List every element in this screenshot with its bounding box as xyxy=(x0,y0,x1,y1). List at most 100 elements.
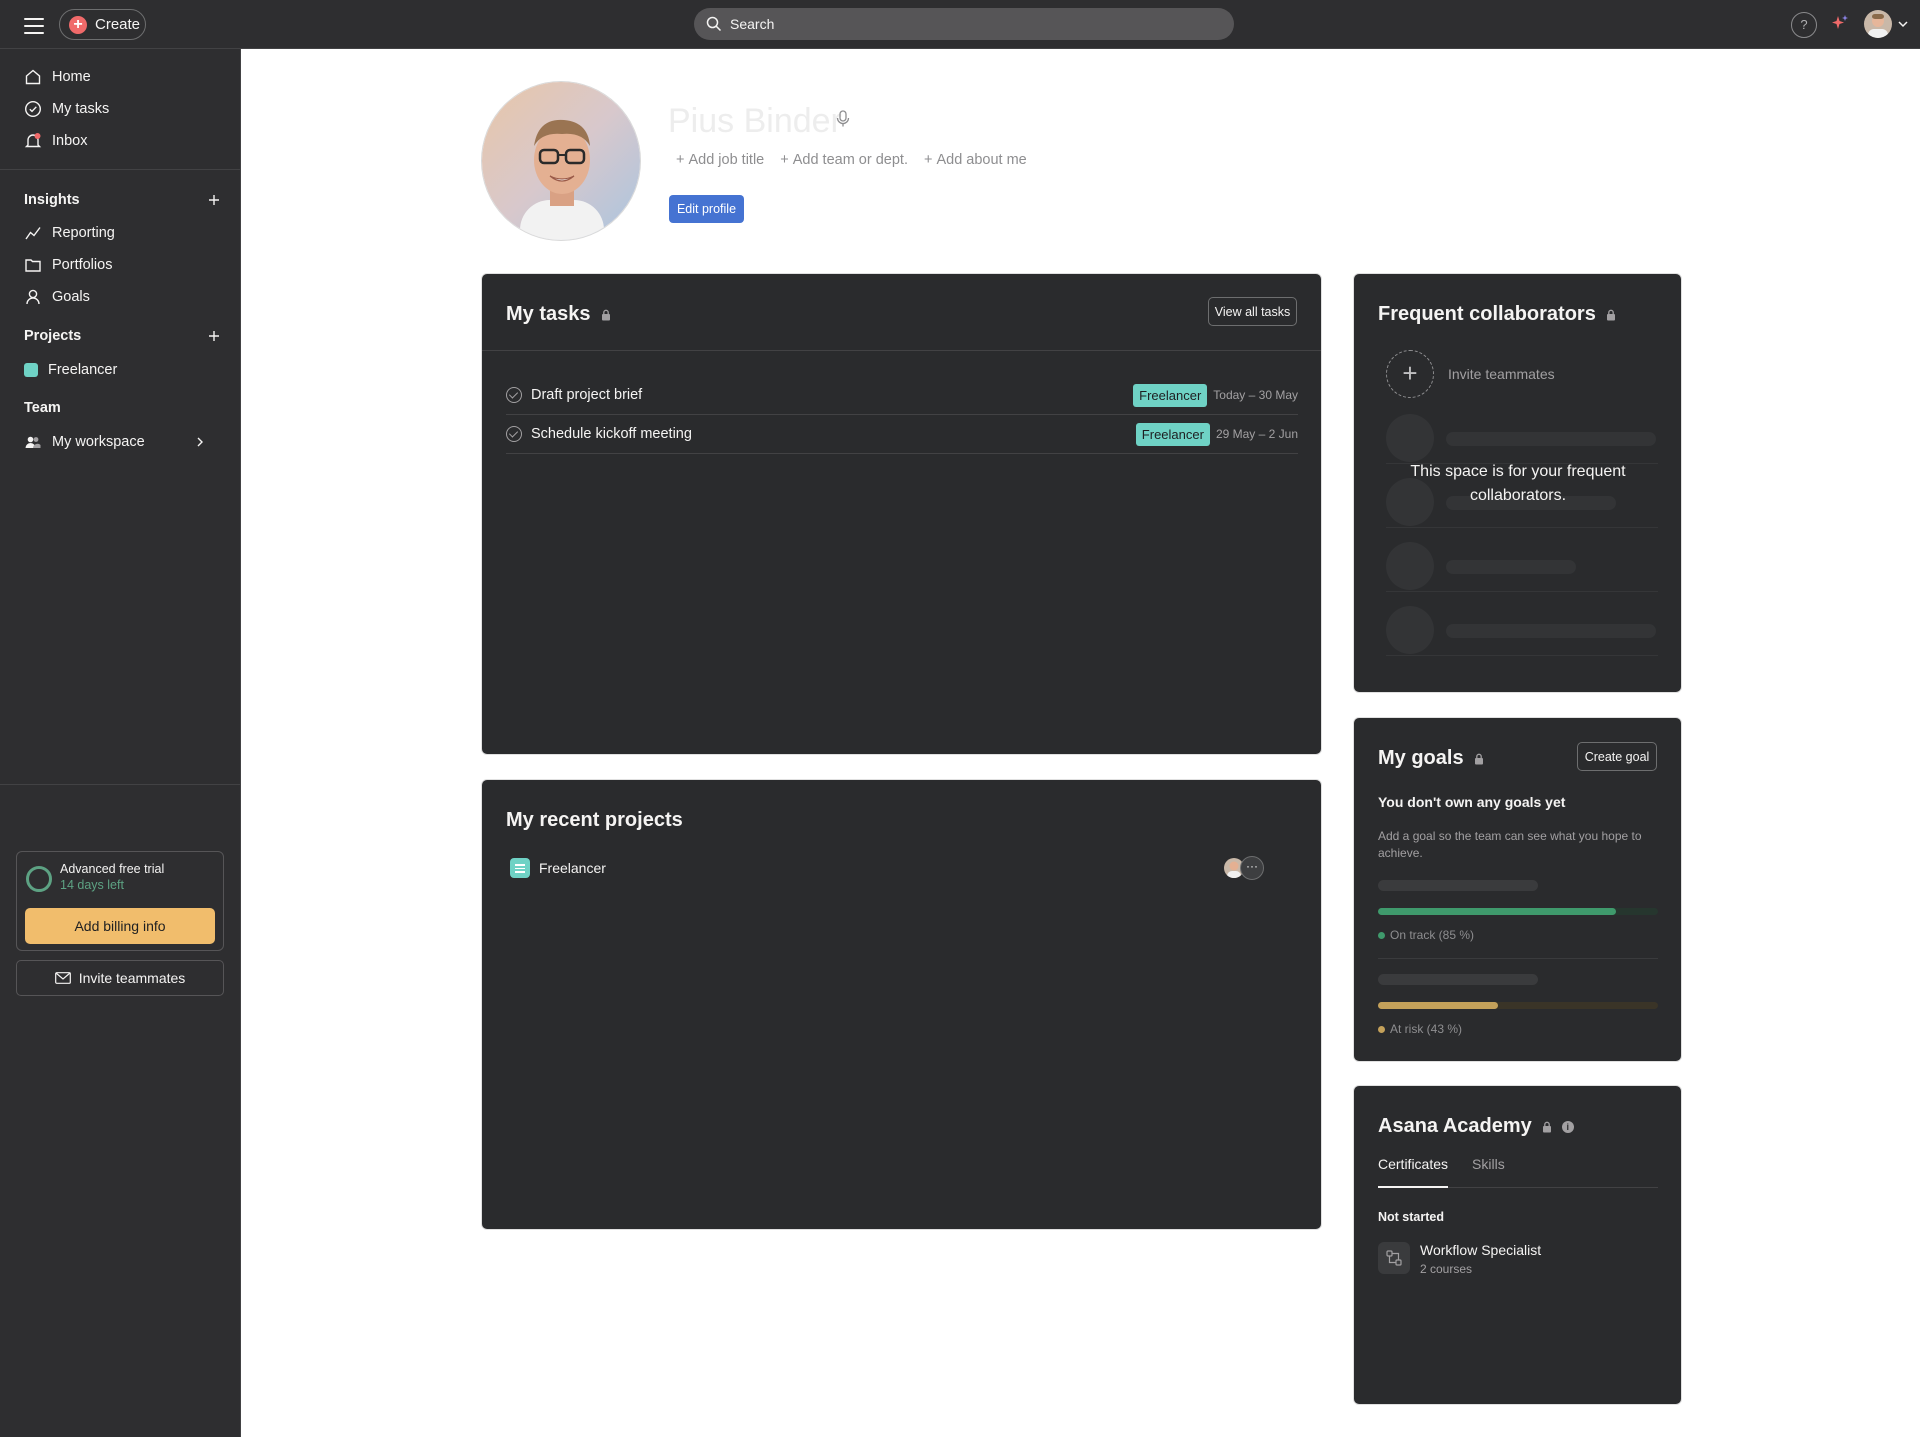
edit-profile-button[interactable]: Edit profile xyxy=(669,195,744,223)
academy-tabs: Certificates Skills xyxy=(1378,1156,1658,1188)
people-icon xyxy=(25,436,41,448)
sidebar-item-label: Freelancer xyxy=(48,362,118,378)
search-icon xyxy=(706,16,722,32)
more-options-icon[interactable]: ··· xyxy=(1240,856,1264,880)
recent-projects-card: My recent projects Freelancer ··· xyxy=(481,779,1322,1230)
goals-empty-heading: You don't own any goals yet xyxy=(1378,794,1566,810)
task-name: Draft project brief xyxy=(531,387,643,403)
info-icon[interactable]: i xyxy=(1561,1120,1574,1133)
task-name: Schedule kickoff meeting xyxy=(531,426,692,442)
sidebar-item-my-workspace[interactable]: My workspace xyxy=(14,426,228,458)
home-icon xyxy=(25,69,41,85)
goal-placeholder-title xyxy=(1378,974,1538,985)
sidebar-item-label: Inbox xyxy=(52,133,88,149)
goal-placeholder-title xyxy=(1378,880,1538,891)
create-goal-button[interactable]: Create goal xyxy=(1577,742,1657,771)
task-row[interactable]: Schedule kickoff meeting Freelancer 29 M… xyxy=(506,415,1298,454)
sidebar-item-goals[interactable]: Goals xyxy=(14,281,228,313)
task-project-tag[interactable]: Freelancer xyxy=(1133,383,1208,407)
sidebar-item-home[interactable]: Home xyxy=(14,61,228,93)
ai-sparkle-icon[interactable] xyxy=(1830,13,1850,33)
tab-skills[interactable]: Skills xyxy=(1472,1156,1505,1188)
academy-card: Asana Academy i Certificates Skills Not … xyxy=(1353,1085,1682,1405)
create-button[interactable]: + Create xyxy=(59,9,146,40)
workflow-icon xyxy=(1378,1242,1410,1274)
sidebar-item-label: Goals xyxy=(52,289,90,305)
task-row[interactable]: Draft project brief Freelancer Today – 3… xyxy=(506,376,1298,415)
menu-icon[interactable] xyxy=(22,15,46,35)
sidebar-item-project-freelancer[interactable]: Freelancer xyxy=(14,354,228,386)
create-label: Create xyxy=(95,16,141,33)
invite-label: Invite teammates xyxy=(1448,366,1555,382)
my-tasks-title: My tasks xyxy=(506,303,591,325)
card-title: Frequent collaborators xyxy=(1378,303,1616,326)
add-insight-icon[interactable] xyxy=(206,192,222,208)
list-icon xyxy=(510,858,530,878)
add-job-title-link[interactable]: + Add job title xyxy=(676,152,764,168)
projects-heading[interactable]: Projects xyxy=(24,328,81,344)
profile-name[interactable]: Pius Binder xyxy=(668,102,842,141)
insights-heading[interactable]: Insights xyxy=(24,192,80,208)
sidebar-item-label: Portfolios xyxy=(52,257,113,273)
add-person-icon: + xyxy=(1386,350,1434,398)
sidebar-item-inbox[interactable]: Inbox xyxy=(14,125,228,157)
add-project-icon[interactable] xyxy=(206,328,222,344)
add-about-me-link[interactable]: + Add about me xyxy=(924,152,1027,168)
complete-task-icon[interactable] xyxy=(506,426,522,442)
sidebar-item-label: Home xyxy=(52,69,91,85)
add-billing-button[interactable]: Add billing info xyxy=(25,908,215,944)
goal-progress-track xyxy=(1378,1002,1658,1009)
lock-icon xyxy=(1542,1121,1551,1132)
goals-title: My goals xyxy=(1378,747,1464,769)
person-icon xyxy=(26,289,40,305)
collaborators-empty-message: This space is for your frequent collabor… xyxy=(1410,463,1626,504)
goal-status-label: At risk (43 %) xyxy=(1390,1022,1463,1036)
line-chart-icon xyxy=(25,227,41,240)
tab-certificates[interactable]: Certificates xyxy=(1378,1156,1449,1188)
view-all-tasks-button[interactable]: View all tasks xyxy=(1208,297,1297,326)
sidebar-item-label: My workspace xyxy=(52,434,145,450)
lock-icon xyxy=(601,309,610,320)
help-icon[interactable]: ? xyxy=(1791,12,1817,38)
card-title: My tasks xyxy=(506,303,611,326)
sidebar-divider xyxy=(0,784,240,785)
chevron-right-icon[interactable] xyxy=(194,435,206,449)
my-tasks-card: My tasks View all tasks Draft project br… xyxy=(481,273,1322,755)
trial-progress-ring xyxy=(26,866,52,892)
project-members: ··· xyxy=(1222,856,1264,880)
goal-progress-fill xyxy=(1378,1002,1499,1009)
profile-link-label: Add job title xyxy=(688,152,765,168)
invite-teammates-button[interactable]: Invite teammates xyxy=(16,960,224,996)
card-title: My goals xyxy=(1378,747,1484,770)
trial-days-left: 14 days left xyxy=(60,878,124,892)
sidebar-item-my-tasks[interactable]: My tasks xyxy=(14,93,228,125)
placeholder-row xyxy=(1386,400,1658,464)
plus-icon: + xyxy=(69,15,87,34)
invite-collaborators-button[interactable]: + Invite teammates xyxy=(1386,350,1555,398)
collaborators-title: Frequent collaborators xyxy=(1378,303,1596,325)
microphone-icon[interactable] xyxy=(836,110,850,128)
project-color-swatch xyxy=(24,363,38,377)
status-dot-icon xyxy=(1378,931,1385,939)
user-avatar[interactable] xyxy=(1864,10,1892,38)
complete-task-icon[interactable] xyxy=(506,387,522,403)
task-project-tag[interactable]: Freelancer xyxy=(1135,422,1210,446)
folder-icon xyxy=(25,259,41,272)
profile-avatar[interactable] xyxy=(481,81,641,241)
goal-status: At risk (43 %) xyxy=(1378,1022,1462,1036)
search-input[interactable]: Search xyxy=(694,8,1234,40)
collaborators-card: Frequent collaborators + Invite teammate… xyxy=(1353,273,1682,693)
course-item[interactable]: Workflow Specialist 2 courses xyxy=(1378,1242,1541,1276)
recent-projects-title: My recent projects xyxy=(506,809,683,831)
chevron-down-icon[interactable] xyxy=(1896,17,1910,31)
sidebar-item-portfolios[interactable]: Portfolios xyxy=(14,249,228,281)
project-row-freelancer[interactable]: Freelancer ··· xyxy=(510,854,1294,882)
trial-panel: Advanced free trial 14 days left Add bil… xyxy=(16,851,224,951)
add-team-link[interactable]: + Add team or dept. xyxy=(780,152,908,168)
search-placeholder: Search xyxy=(730,16,775,32)
lock-icon xyxy=(1606,309,1615,320)
team-heading[interactable]: Team xyxy=(24,400,61,416)
bell-icon xyxy=(24,133,42,148)
status-dot-icon xyxy=(1378,1025,1385,1033)
sidebar-item-reporting[interactable]: Reporting xyxy=(14,217,228,249)
